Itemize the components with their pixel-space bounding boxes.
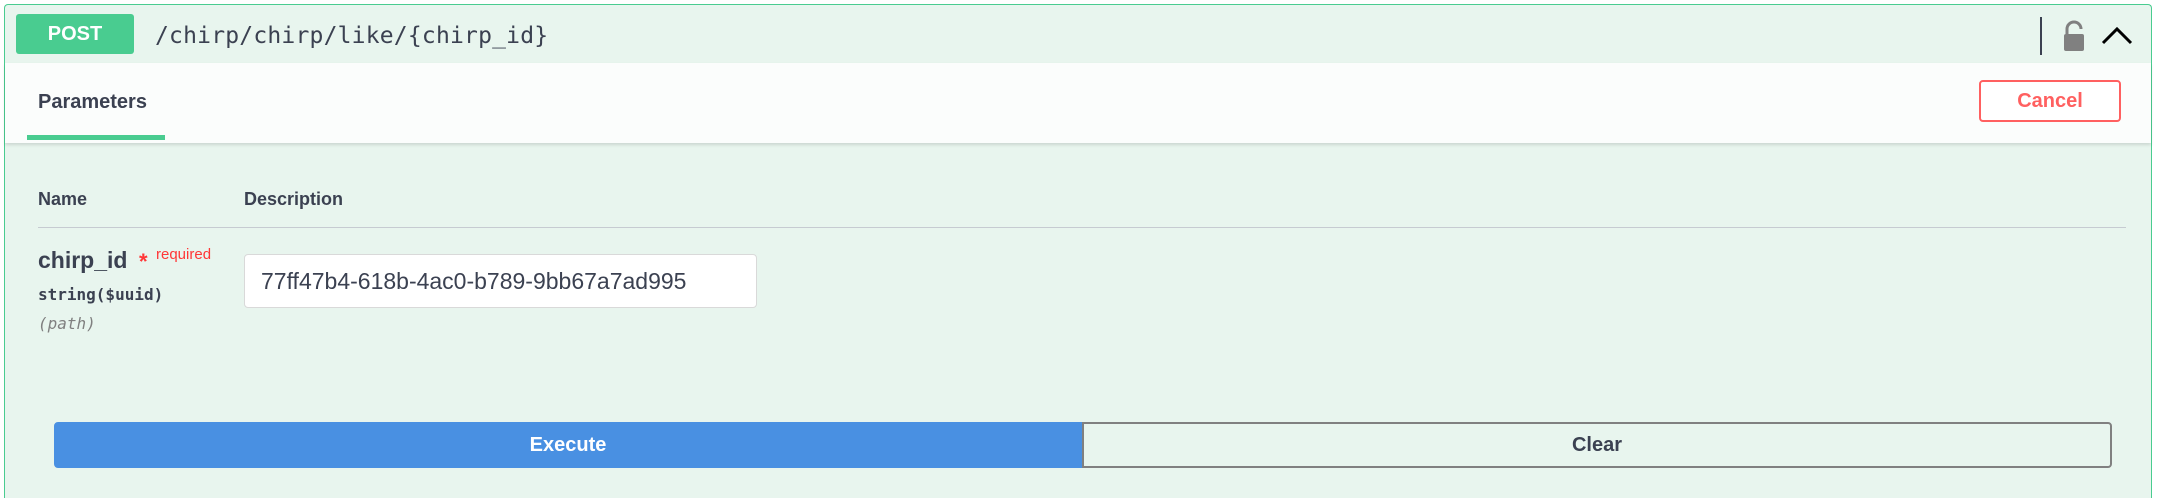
- execute-button[interactable]: Execute: [54, 422, 1082, 468]
- operation-summary[interactable]: POST /chirp/chirp/like/{chirp_id}: [5, 5, 2151, 64]
- tab-header: Parameters Cancel: [5, 63, 2151, 143]
- lock-icon[interactable]: [2059, 19, 2089, 53]
- active-tab-indicator: [27, 135, 165, 140]
- cancel-button[interactable]: Cancel: [1979, 80, 2121, 122]
- method-badge: POST: [16, 14, 134, 54]
- clear-button[interactable]: Clear: [1082, 422, 2112, 468]
- summary-divider: [2040, 17, 2042, 55]
- column-header-description: Description: [244, 189, 344, 209]
- table-header-divider: [38, 227, 2126, 228]
- chirp-id-input[interactable]: [244, 254, 757, 308]
- required-label: required: [156, 246, 212, 263]
- chevron-up-icon[interactable]: [2099, 19, 2135, 49]
- required-star: *: [139, 249, 148, 274]
- operation-block: POST /chirp/chirp/like/{chirp_id} Parame…: [4, 4, 2152, 498]
- column-header-name: Name: [38, 189, 88, 209]
- param-type: string($uuid): [38, 285, 164, 304]
- endpoint-path: /chirp/chirp/like/{chirp_id}: [155, 23, 549, 49]
- param-location: (path): [38, 314, 96, 333]
- tab-parameters[interactable]: Parameters: [38, 91, 147, 114]
- param-name: chirp_id: [38, 247, 128, 273]
